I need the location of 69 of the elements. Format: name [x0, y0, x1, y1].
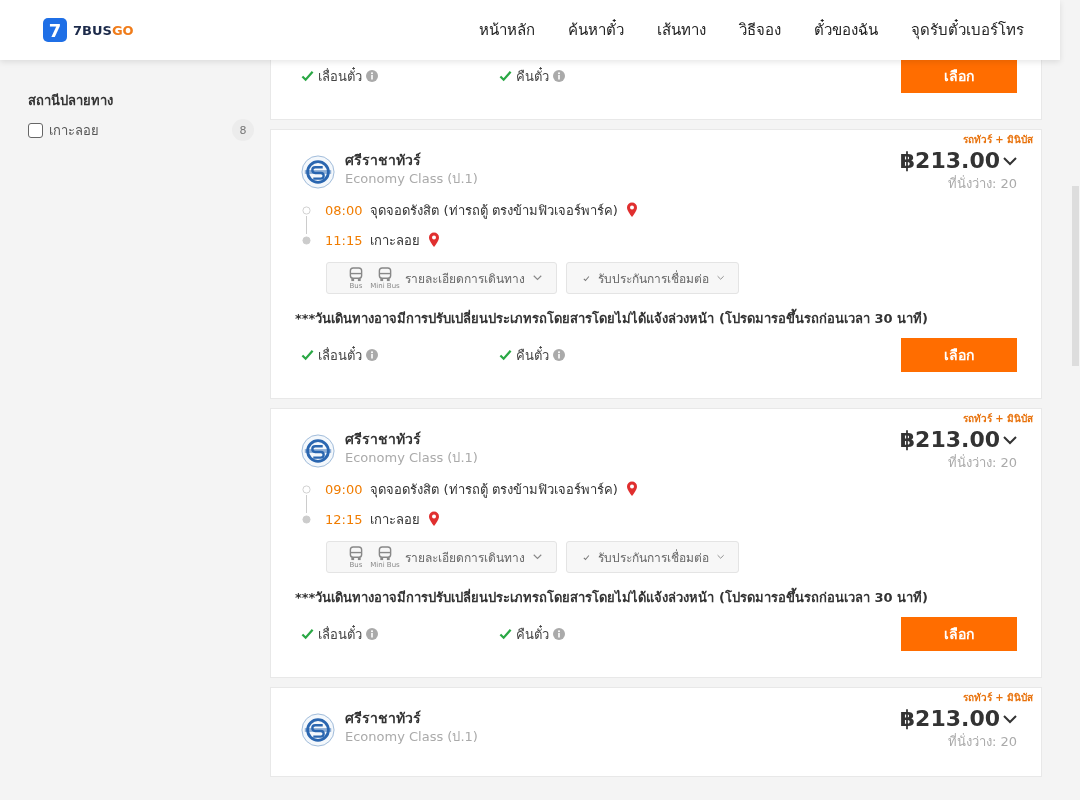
stop-place: จุดจอดรังสิต (ท่ารถตู้ ตรงข้ามฟิวเจอร์พาร์ค) [370, 480, 618, 500]
insurance-button[interactable]: รับประกันการเชื่อมต่อ [566, 262, 739, 294]
filter-label: เกาะลอย [49, 121, 99, 140]
chevron-down-icon[interactable] [1003, 156, 1017, 166]
operator-logo-icon [301, 434, 335, 468]
bus-icon [348, 545, 364, 561]
chevron-down-icon [716, 274, 724, 282]
operator-logo-icon [301, 713, 335, 747]
price: ฿213.00 [899, 705, 1000, 733]
stop-time: 11:15 [325, 232, 363, 248]
seats-available: ที่นั่งว่าง: 20 [946, 175, 1017, 192]
stop-place: เกาะลอย [370, 510, 421, 529]
stop-place: เกาะลอย [370, 231, 421, 250]
logo-text[interactable]: 7BUSGO [73, 22, 134, 38]
seats-available: ที่นั่งว่าง: 20 [946, 454, 1017, 471]
feature-label: คืนตั๋ว [516, 66, 549, 86]
map-pin-icon[interactable] [428, 511, 441, 527]
nav-link[interactable]: จุดรับตั๋วเบอร์โทร [911, 18, 1024, 42]
feature-label: เลื่อนตั๋ว [318, 624, 362, 644]
chevron-down-icon [716, 553, 724, 561]
map-pin-icon[interactable] [625, 202, 638, 218]
operator-name: ศรีราชาทัวร์ [345, 709, 422, 728]
stop-place: จุดจอดรังสิต (ท่ารถตู้ ตรงข้ามฟิวเจอร์พาร์ค) [370, 201, 618, 221]
map-pin-icon[interactable] [428, 232, 441, 248]
stop-time: 09:00 [325, 481, 363, 497]
map-pin-icon[interactable] [625, 481, 638, 497]
bus-class: Economy Class (ป.1) [345, 449, 478, 467]
logo-mark[interactable]: 7 [43, 18, 67, 42]
seats-available: ที่นั่งว่าง: 20 [946, 733, 1017, 750]
insurance-button[interactable]: รับประกันการเชื่อมต่อ [566, 541, 739, 573]
nav-link[interactable]: เส้นทาง [657, 18, 706, 42]
timeline-dot-icon [301, 514, 311, 524]
bus-class: Economy Class (ป.1) [345, 728, 478, 746]
operator-name: ศรีราชาทัวร์ [345, 151, 422, 170]
feature-label: คืนตั๋ว [516, 624, 549, 644]
stop-time: 08:00 [325, 202, 363, 218]
nav-link[interactable]: วิธีจอง [739, 18, 781, 42]
insurance-label: รับประกันการเชื่อมต่อ [597, 269, 709, 288]
vehicle-tag: รถทัวร์ + มินิบัส [301, 691, 1033, 705]
bus-icon [377, 266, 393, 282]
bus-class: Economy Class (ป.1) [345, 170, 478, 188]
price: ฿213.00 [899, 426, 1000, 454]
chevron-down-icon[interactable] [1003, 435, 1017, 445]
chevron-down-icon[interactable] [1003, 714, 1017, 724]
details-label: รายละเอียดการเดินทาง [405, 549, 525, 567]
operator-name: ศรีราชาทัวร์ [345, 430, 422, 449]
operator-logo-icon [301, 155, 335, 189]
price: ฿213.00 [899, 147, 1000, 175]
stop-time: 12:15 [325, 511, 363, 527]
nav-link[interactable]: ค้นหาตั๋ว [568, 18, 624, 42]
feature-label: คืนตั๋ว [516, 345, 549, 365]
details-label: รายละเอียดการเดินทาง [405, 270, 525, 288]
nav-link[interactable]: ตั๋วของฉัน [814, 18, 878, 42]
count-badge: 8 [232, 119, 254, 141]
notice-text: ***วันเดินทางอาจมีการปรับเปลี่ยนประเภทรถโดยสารโดยไม่ได้แจ้งล่วงหน้า (โปรดมารอขึ้นรถก่อนเวลา 30 นาที) [295, 589, 1017, 607]
bus-icon [348, 266, 364, 282]
nav-link[interactable]: หน้าหลัก [479, 18, 535, 42]
chevron-down-icon [533, 274, 542, 282]
section-title: สถานีปลายทาง [28, 92, 114, 110]
feature-label: เลื่อนตั๋ว [318, 66, 362, 86]
notice-text: ***วันเดินทางอาจมีการปรับเปลี่ยนประเภทรถโดยสารโดยไม่ได้แจ้งล่วงหน้า (โปรดมารอขึ้นรถก่อนเวลา 30 นาที) [295, 310, 1017, 328]
checkbox[interactable] [28, 122, 43, 138]
feature-label: เลื่อนตั๋ว [318, 345, 362, 365]
timeline-dot-icon [301, 235, 311, 245]
vehicle-tag: รถทัวร์ + มินิบัส [301, 133, 1033, 147]
vehicle-tag: รถทัวร์ + มินิบัส [301, 412, 1033, 426]
chevron-down-icon [533, 553, 542, 561]
bus-icon [377, 545, 393, 561]
insurance-label: รับประกันการเชื่อมต่อ [597, 548, 709, 567]
